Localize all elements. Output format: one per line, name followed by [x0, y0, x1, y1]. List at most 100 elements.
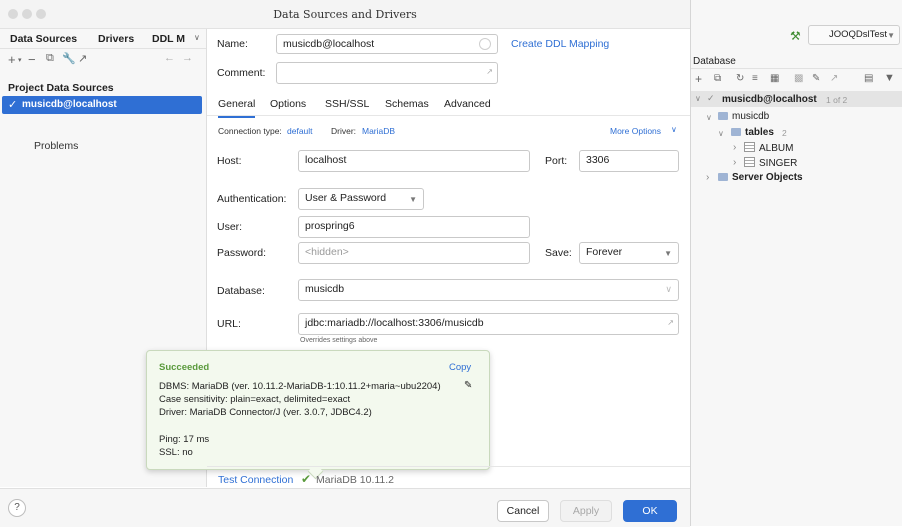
name-value: musicdb@localhost [283, 38, 375, 50]
remove-icon[interactable]: − [28, 52, 36, 67]
footer-divider [207, 466, 690, 467]
popup-ping-line: Ping: 17 ms [159, 434, 210, 445]
add-dropdown-icon[interactable]: ▾ [18, 56, 22, 64]
mariadb-icon: ✓ [8, 99, 18, 111]
tab-options[interactable]: Options [270, 98, 306, 110]
forward-arrow-icon[interactable]: → [182, 52, 193, 64]
run-config-label: JOOQDslTest [829, 29, 888, 40]
connection-type-link[interactable]: default [287, 126, 313, 136]
database-field[interactable]: musicdb ∨ [298, 279, 679, 301]
add-icon[interactable]: + [695, 72, 702, 86]
tab-drivers[interactable]: Drivers [98, 33, 134, 45]
host-field[interactable]: localhost [298, 150, 530, 172]
table-node-singer[interactable]: SINGER [744, 157, 797, 169]
password-field[interactable]: <hidden> [298, 242, 530, 264]
password-label: Password: [217, 247, 267, 259]
server-objects-node[interactable]: Server Objects [718, 172, 803, 183]
url-hint: Overrides settings above [300, 337, 378, 344]
tab-ddl-mappings[interactable]: DDL M [152, 33, 185, 45]
db-version-label: MariaDB 10.11.2 [316, 474, 395, 486]
name-field[interactable]: musicdb@localhost [276, 34, 498, 54]
port-value: 3306 [586, 154, 610, 166]
chevron-right-icon[interactable]: › [733, 142, 736, 153]
port-field[interactable]: 3306 [579, 150, 679, 172]
tab-data-sources[interactable]: Data Sources [10, 33, 77, 45]
chevron-right-icon[interactable]: › [706, 172, 709, 183]
table-node-album[interactable]: ALBUM [744, 142, 793, 154]
tab-divider [0, 48, 206, 49]
duplicate-icon[interactable]: ⧉ [46, 52, 54, 65]
schema-node[interactable]: musicdb [718, 111, 769, 122]
database-panel-title: Database [693, 56, 736, 67]
tabs-divider [207, 115, 690, 116]
help-button[interactable]: ? [8, 499, 26, 517]
pencil-icon[interactable]: ✎ [464, 380, 472, 391]
user-value: prospring6 [305, 220, 355, 232]
add-icon[interactable]: + [8, 52, 16, 67]
chevron-down-icon[interactable]: ∨ [718, 129, 724, 138]
create-ddl-mapping-link[interactable]: Create DDL Mapping [511, 38, 609, 50]
url-field[interactable]: jdbc:mariadb://localhost:3306/musicdb ↗ [298, 313, 679, 335]
edit-icon[interactable]: ✎ [812, 73, 820, 84]
tabs-chevron-icon[interactable]: ∨ [194, 33, 200, 42]
properties-icon[interactable]: ▦ [770, 73, 779, 84]
tab-ssh-ssl[interactable]: SSH/SSL [325, 98, 369, 110]
comment-label: Comment: [217, 67, 266, 79]
driver-link[interactable]: MariaDB [362, 126, 395, 136]
refresh-icon[interactable]: ↻ [736, 73, 744, 84]
copy-link[interactable]: Copy [449, 362, 471, 373]
schema-label: musicdb [732, 111, 770, 122]
export-icon[interactable]: ↗ [78, 52, 87, 65]
apply-button[interactable]: Apply [560, 500, 612, 522]
tab-schemas[interactable]: Schemas [385, 98, 429, 110]
test-connection-popup: Succeeded Copy DBMS: MariaDB (ver. 10.11… [146, 350, 490, 470]
jump-icon[interactable]: ↗ [830, 73, 838, 84]
build-hammer-icon[interactable]: ⚒ [790, 29, 801, 43]
wrench-icon[interactable]: 🔧 [62, 52, 76, 65]
filter-icon[interactable]: ▼ [884, 72, 895, 84]
problems-item[interactable]: Problems [34, 140, 78, 152]
table-icon [744, 142, 755, 152]
save-select[interactable]: Forever ▼ [579, 242, 679, 264]
authentication-select[interactable]: User & Password ▼ [298, 188, 424, 210]
ok-button[interactable]: OK [623, 500, 677, 522]
cancel-button[interactable]: Cancel [497, 500, 549, 522]
back-arrow-icon[interactable]: ← [164, 52, 175, 64]
popup-dbms-line: DBMS: MariaDB (ver. 10.11.2-MariaDB-1:10… [159, 381, 441, 392]
data-source-item-musicdb[interactable]: ✓ musicdb@localhost [2, 96, 202, 114]
more-options-chevron-icon[interactable]: ∨ [671, 125, 677, 134]
chevron-down-icon[interactable]: ∨ [695, 94, 701, 103]
expand-icon[interactable]: ↗ [486, 67, 493, 76]
authentication-value: User & Password [305, 192, 387, 204]
comment-field[interactable]: ↗ [276, 62, 498, 84]
user-label: User: [217, 221, 243, 233]
color-picker-icon[interactable] [479, 38, 491, 50]
tab-advanced[interactable]: Advanced [444, 98, 491, 110]
panel-divider [691, 68, 902, 69]
expand-icon[interactable]: ↗ [667, 318, 674, 327]
schema-icon [718, 112, 728, 120]
run-config-select[interactable]: JOOQDslTest ▼ [808, 25, 900, 45]
chevron-down-icon[interactable]: ∨ [706, 113, 712, 122]
popup-driver-line: Driver: MariaDB Connector/J (ver. 3.0.7,… [159, 407, 372, 418]
url-value: jdbc:mariadb://localhost:3306/musicdb [305, 317, 484, 329]
port-label: Port: [545, 155, 568, 167]
chevron-down-icon: ∨ [665, 284, 672, 294]
copy-icon[interactable]: ⧉ [714, 73, 721, 84]
mariadb-icon: ✓ [707, 93, 715, 103]
user-field[interactable]: prospring6 [298, 216, 530, 238]
tables-node[interactable]: tables [731, 127, 774, 138]
authentication-label: Authentication: [217, 193, 287, 205]
window-title: Data Sources and Drivers [273, 8, 417, 21]
tables-count: 2 [782, 128, 787, 138]
server-objects-label: Server Objects [732, 172, 803, 183]
schema-icon[interactable]: ≡ [752, 73, 758, 84]
chevron-right-icon[interactable]: › [733, 157, 736, 168]
table-icon[interactable]: ▩ [794, 73, 803, 84]
chevron-down-icon: ▼ [664, 249, 672, 258]
popup-ssl-line: SSL: no [159, 447, 193, 458]
test-connection-link[interactable]: Test Connection [218, 474, 293, 486]
connection-type-label: Connection type: [218, 126, 282, 136]
console-icon[interactable]: ▤ [864, 73, 873, 84]
more-options-link[interactable]: More Options [610, 126, 661, 136]
